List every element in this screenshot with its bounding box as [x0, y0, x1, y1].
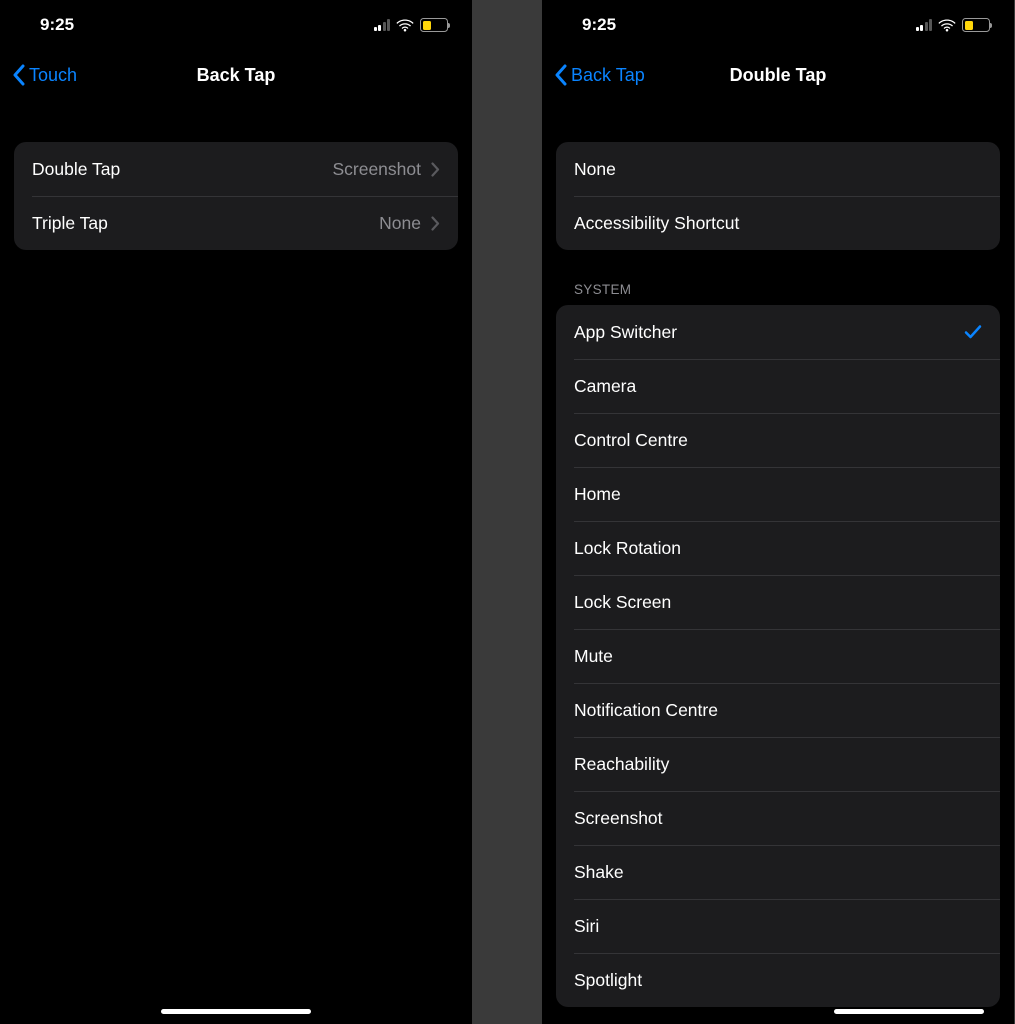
checkmark-icon: [964, 324, 982, 340]
option-lock-screen[interactable]: Lock Screen: [556, 575, 1000, 629]
row-double-tap[interactable]: Double Tap Screenshot: [14, 142, 458, 196]
option-home[interactable]: Home: [556, 467, 1000, 521]
phone-screen-double-tap: 9:25 Back Tap Double Tap None: [542, 0, 1014, 1024]
back-label: Touch: [29, 65, 77, 86]
status-icons: [916, 18, 991, 32]
row-value: Screenshot: [332, 159, 421, 180]
wifi-icon: [396, 19, 414, 32]
home-indicator[interactable]: [834, 1009, 984, 1014]
chevron-left-icon: [12, 64, 25, 86]
row-triple-tap[interactable]: Triple Tap None: [14, 196, 458, 250]
chevron-right-icon: [431, 162, 440, 177]
row-label: None: [574, 159, 616, 180]
system-group: App Switcher Camera Control Centre Home …: [556, 305, 1000, 1007]
chevron-left-icon: [554, 64, 567, 86]
nav-bar: Back Tap Double Tap: [542, 50, 1014, 100]
chevron-right-icon: [431, 216, 440, 231]
row-label: Notification Centre: [574, 700, 718, 721]
page-title: Double Tap: [730, 65, 827, 86]
cellular-icon: [916, 19, 933, 31]
nav-bar: Touch Back Tap: [0, 50, 472, 100]
row-value: None: [379, 213, 421, 234]
settings-group: Double Tap Screenshot Triple Tap None: [14, 142, 458, 250]
option-reachability[interactable]: Reachability: [556, 737, 1000, 791]
row-label: Shake: [574, 862, 624, 883]
option-accessibility-shortcut[interactable]: Accessibility Shortcut: [556, 196, 1000, 250]
content-area[interactable]: None Accessibility Shortcut System App S…: [542, 100, 1014, 1024]
option-shake[interactable]: Shake: [556, 845, 1000, 899]
back-button[interactable]: Back Tap: [554, 64, 645, 86]
section-header-system: System: [574, 282, 982, 297]
back-button[interactable]: Touch: [12, 64, 77, 86]
option-mute[interactable]: Mute: [556, 629, 1000, 683]
status-bar: 9:25: [542, 0, 1014, 50]
status-time: 9:25: [40, 15, 74, 35]
row-label: Double Tap: [32, 159, 120, 180]
status-icons: [374, 18, 449, 32]
option-none[interactable]: None: [556, 142, 1000, 196]
back-label: Back Tap: [571, 65, 645, 86]
option-app-switcher[interactable]: App Switcher: [556, 305, 1000, 359]
option-siri[interactable]: Siri: [556, 899, 1000, 953]
home-indicator[interactable]: [161, 1009, 311, 1014]
row-label: Triple Tap: [32, 213, 108, 234]
row-label: Control Centre: [574, 430, 688, 451]
row-label: Siri: [574, 916, 599, 937]
option-lock-rotation[interactable]: Lock Rotation: [556, 521, 1000, 575]
option-camera[interactable]: Camera: [556, 359, 1000, 413]
wifi-icon: [938, 19, 956, 32]
page-title: Back Tap: [197, 65, 276, 86]
option-notification-centre[interactable]: Notification Centre: [556, 683, 1000, 737]
option-screenshot[interactable]: Screenshot: [556, 791, 1000, 845]
option-spotlight[interactable]: Spotlight: [556, 953, 1000, 1007]
row-label: Lock Rotation: [574, 538, 681, 559]
content-area: Double Tap Screenshot Triple Tap None: [0, 100, 472, 1024]
row-label: Spotlight: [574, 970, 642, 991]
status-bar: 9:25: [0, 0, 472, 50]
row-label: Lock Screen: [574, 592, 671, 613]
battery-icon: [420, 18, 448, 32]
option-control-centre[interactable]: Control Centre: [556, 413, 1000, 467]
phone-screen-back-tap: 9:25 Touch Back Tap Double Tap Screensho…: [0, 0, 472, 1024]
top-group: None Accessibility Shortcut: [556, 142, 1000, 250]
row-label: Camera: [574, 376, 636, 397]
battery-icon: [962, 18, 990, 32]
row-label: Home: [574, 484, 621, 505]
row-label: Reachability: [574, 754, 669, 775]
status-time: 9:25: [582, 15, 616, 35]
row-label: Mute: [574, 646, 613, 667]
row-label: Accessibility Shortcut: [574, 213, 739, 234]
cellular-icon: [374, 19, 391, 31]
row-label: Screenshot: [574, 808, 663, 829]
row-label: App Switcher: [574, 322, 677, 343]
